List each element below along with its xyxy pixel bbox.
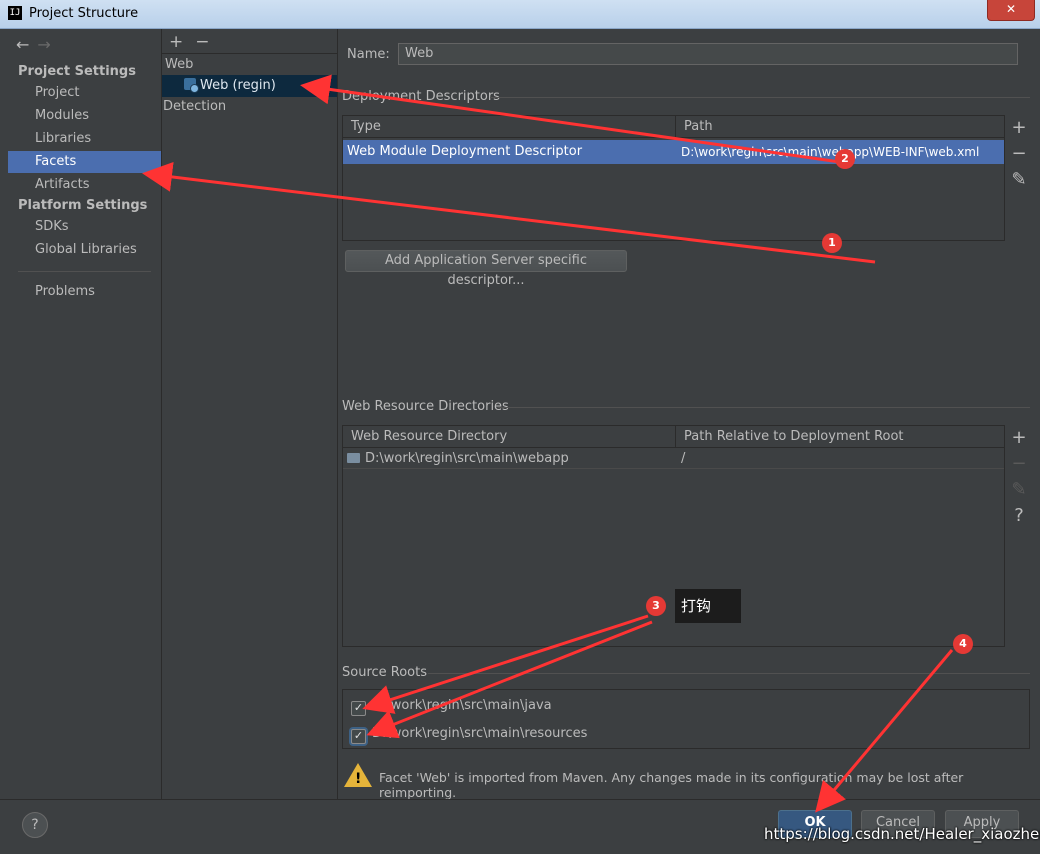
source-root-resources-label: D:\work\regin\src\main\resources [372, 726, 588, 741]
step-badge-1: 1 [822, 233, 842, 253]
facets-tree-panel: + − Web Web (regin) Detection [162, 29, 337, 799]
column-header-path[interactable]: Path [676, 116, 1004, 138]
descriptor-type-cell: Web Module Deployment Descriptor [347, 144, 583, 159]
sidebar-item-modules[interactable]: Modules [8, 105, 161, 127]
remove-descriptor-icon[interactable]: − [1007, 141, 1031, 167]
tree-item-detection[interactable]: Detection [163, 99, 226, 114]
name-label: Name: [347, 47, 390, 62]
help-button[interactable]: ? [22, 812, 48, 838]
sidebar-item-artifacts[interactable]: Artifacts [8, 174, 161, 196]
source-roots-list: ✓ D:\work\regin\src\main\java ✓ D:\work\re… [342, 689, 1030, 749]
java-checkbox[interactable]: ✓ [351, 701, 366, 716]
settings-sidebar: ← → Project Settings Project Modules Libr… [8, 29, 161, 799]
column-header-relative-path[interactable]: Path Relative to Deployment Root [676, 426, 1004, 448]
source-root-java-label: D:\work\regin\src\main\java [372, 698, 552, 713]
toolbar-separator [162, 53, 337, 54]
sidebar-item-libraries[interactable]: Libraries [8, 128, 161, 150]
web-facet-icon [184, 78, 199, 93]
section-separator [428, 673, 1030, 674]
annotation-tooltip: 打钩 [675, 589, 741, 623]
source-root-java[interactable]: ✓ D:\work\regin\src\main\java [351, 696, 552, 716]
step-badge-4: 4 [953, 634, 973, 654]
project-settings-header: Project Settings [18, 64, 136, 79]
facet-name-input[interactable]: Web [398, 43, 1018, 65]
tree-group-web[interactable]: Web [165, 57, 193, 72]
back-arrow-icon[interactable]: ← [16, 35, 29, 54]
forward-arrow-icon[interactable]: → [37, 35, 50, 54]
dialog-button-bar: ? OK Cancel Apply https://blog.csdn.net/… [0, 799, 1040, 854]
relative-path-cell: / [681, 451, 686, 466]
web-resource-directories-table: Web Resource Directory Path Relative to … [342, 425, 1005, 647]
maven-warning-text: Facet 'Web' is imported from Maven. Any … [379, 770, 964, 800]
intellij-app-icon: IJ [8, 6, 22, 20]
web-resource-directories-title: Web Resource Directories [342, 399, 509, 414]
add-descriptor-icon[interactable]: + [1007, 115, 1031, 141]
edit-descriptor-icon[interactable]: ✎ [1007, 167, 1031, 193]
facets-toolbar: + − [169, 32, 222, 52]
sidebar-item-project[interactable]: Project [8, 82, 161, 104]
tree-item-label: Web (regin) [200, 78, 276, 93]
warning-exclamation: ! [355, 771, 362, 787]
close-window-button[interactable]: ✕ [987, 0, 1035, 21]
window-title: Project Structure [29, 6, 139, 21]
facet-config-panel: Name: Web Deployment Descriptors Type Pa… [338, 29, 1038, 800]
navigation-arrows: ← → [16, 35, 51, 54]
tree-item-web-regin[interactable]: Web (regin) [162, 75, 337, 97]
resource-directory-text: D:\work\regin\src\main\webapp [365, 451, 569, 466]
resource-directory-cell: D:\work\regin\src\main\webapp [343, 449, 675, 469]
add-facet-icon[interactable]: + [169, 32, 183, 52]
edit-resource-icon[interactable]: ✎ [1007, 477, 1031, 503]
remove-facet-icon[interactable]: − [195, 32, 209, 52]
sidebar-item-sdks[interactable]: SDKs [8, 216, 161, 238]
web-folder-icon [347, 453, 360, 463]
table-row[interactable]: D:\work\regin\src\main\webapp / [343, 449, 1004, 469]
sidebar-item-facets[interactable]: Facets [8, 151, 161, 173]
watermark-url: https://blog.csdn.net/Healer_xiaozhen [764, 825, 1040, 843]
add-resource-icon[interactable]: + [1007, 425, 1031, 451]
add-app-server-descriptor-button[interactable]: Add Application Server specific descript… [345, 250, 627, 288]
sidebar-item-global-libraries[interactable]: Global Libraries [8, 239, 161, 261]
platform-settings-header: Platform Settings [18, 198, 148, 213]
step-badge-3: 3 [646, 596, 666, 616]
sidebar-item-problems[interactable]: Problems [8, 281, 161, 303]
section-separator [498, 407, 1030, 408]
deployment-descriptors-title: Deployment Descriptors [342, 89, 500, 104]
remove-resource-icon[interactable]: − [1007, 451, 1031, 477]
sidebar-separator [18, 271, 151, 272]
title-bar: IJ Project Structure ✕ [0, 0, 1040, 29]
source-root-resources[interactable]: ✓ D:\work\regin\src\main\resources [351, 724, 587, 744]
help-resource-icon[interactable]: ? [1007, 503, 1031, 529]
step-badge-2: 2 [835, 149, 855, 169]
column-header-web-resource-directory[interactable]: Web Resource Directory [343, 426, 675, 448]
source-roots-title: Source Roots [342, 665, 428, 680]
column-header-type[interactable]: Type [343, 116, 675, 138]
section-separator [490, 97, 1030, 98]
resources-checkbox[interactable]: ✓ [351, 729, 366, 744]
web-resource-table-tools: + − ✎ ? [1007, 425, 1031, 529]
deployment-descriptors-table: Type Path Web Module Deployment Descript… [342, 115, 1005, 241]
table-row[interactable]: Web Module Deployment Descriptor D:\work… [343, 140, 1004, 164]
deployment-table-tools: + − ✎ [1007, 115, 1031, 193]
